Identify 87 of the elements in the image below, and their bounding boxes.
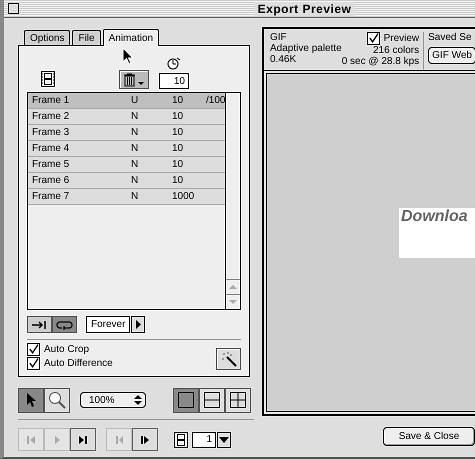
frame-name: Frame 2 — [32, 111, 70, 122]
trash-icon — [123, 72, 145, 86]
arrow-to-bar-icon — [30, 320, 48, 330]
single-view-button[interactable] — [173, 388, 199, 412]
four-up-view-button[interactable] — [225, 388, 251, 412]
checkbox[interactable] — [27, 357, 40, 370]
scroll-bar[interactable] — [225, 93, 240, 309]
image-text: Downloa — [401, 208, 468, 225]
palette-label: Adaptive palette — [270, 43, 342, 54]
file-size-label: 0.46K — [270, 54, 298, 65]
pointer-icon — [25, 392, 37, 408]
frame-row[interactable]: Frame 7 N 1000 — [28, 189, 226, 205]
checkbox-label: Auto Difference — [44, 358, 113, 369]
magnifier-icon — [48, 391, 66, 409]
frame-name: Frame 7 — [32, 191, 70, 202]
frame-disposal: N — [131, 143, 140, 154]
saved-settings-label: Saved Se — [428, 32, 473, 43]
checkbox-label: Preview — [384, 33, 420, 44]
playback-icon — [26, 434, 36, 444]
window-title: Export Preview — [254, 2, 356, 16]
frame-name: Frame 1 — [32, 95, 70, 106]
triangle-right-icon — [135, 320, 142, 329]
magic-wand-icon — [220, 351, 236, 367]
save-close-button[interactable]: Save & Close — [383, 427, 475, 446]
frame-row[interactable]: Frame 4 N 10 — [28, 141, 226, 157]
frame-disposal: U — [131, 95, 140, 106]
film-icon — [174, 432, 188, 448]
checkbox-label: Auto Crop — [44, 344, 90, 355]
frame-name: Frame 3 — [32, 127, 70, 138]
frame-row[interactable]: Frame 1 U 10 /100 — [28, 93, 226, 109]
frame-delay: 10 — [172, 175, 184, 186]
frame-delay: 10 — [172, 143, 184, 154]
delay-field[interactable]: 10 — [159, 73, 189, 89]
download-time-label: 0 sec @ 28.8 kps — [342, 56, 420, 67]
frame-name: Frame 5 — [32, 159, 70, 170]
delay-unit: /100 — [206, 95, 226, 106]
tab[interactable]: File — [72, 30, 101, 45]
tab[interactable]: Animation — [102, 29, 160, 46]
frame-row[interactable]: Frame 5 N 10 — [28, 157, 226, 173]
checkbox[interactable] — [27, 343, 40, 356]
checkbox[interactable] — [366, 32, 380, 45]
frame-row[interactable]: Frame 2 N 10 — [28, 109, 226, 125]
frame-delay: 10 — [172, 159, 184, 170]
frame-menu-button[interactable] — [217, 432, 231, 448]
pointer-tool-button[interactable] — [18, 388, 44, 412]
triangle-down-icon — [219, 436, 229, 442]
frame-name: Frame 4 — [32, 143, 70, 154]
next-frame-button[interactable] — [132, 428, 158, 451]
magic-wand-button[interactable] — [216, 348, 241, 370]
playback-icon — [78, 434, 88, 444]
frame-row[interactable]: Frame 6 N 10 — [28, 173, 226, 189]
view-layout-icon — [204, 392, 220, 408]
loop-count-dropdown[interactable]: Forever — [86, 316, 130, 333]
frame-disposal: N — [131, 127, 140, 138]
view-layout-icon — [230, 392, 246, 408]
play-once-button[interactable] — [27, 316, 52, 333]
frame-delay: 1000 — [172, 191, 196, 202]
view-layout-icon — [178, 392, 194, 408]
frame-row[interactable]: Frame 3 N 10 — [28, 125, 226, 141]
frame-disposal: N — [131, 175, 140, 186]
zoom-tool-button[interactable] — [44, 388, 70, 412]
format-label: GIF — [270, 32, 288, 43]
frame-disposal: N — [131, 159, 140, 170]
frame-delay: 10 — [172, 127, 184, 138]
frame-delay: 10 — [172, 111, 184, 122]
frame-disposal: N — [131, 191, 140, 202]
stepper-arrows-icon — [133, 393, 143, 407]
frame-disposal: N — [131, 111, 140, 122]
colors-label: 216 colors — [373, 45, 420, 56]
frame-delay: 10 — [172, 95, 184, 106]
film-icon — [41, 71, 55, 87]
saved-settings-dropdown[interactable]: GIF Web — [428, 47, 475, 64]
loop-icon — [56, 320, 74, 330]
frame-number-field[interactable]: 1 — [192, 432, 216, 448]
zoom-dropdown[interactable]: 100% — [80, 392, 146, 408]
playback-icon — [140, 434, 150, 444]
close-box[interactable] — [8, 3, 19, 14]
clock-icon — [167, 57, 181, 70]
playback-icon — [52, 434, 62, 444]
tab[interactable]: Options — [24, 30, 70, 45]
loop-menu-button[interactable] — [131, 316, 146, 333]
delete-menu-button[interactable] — [119, 70, 149, 89]
two-up-view-button[interactable] — [199, 388, 225, 412]
playback-icon — [114, 434, 124, 444]
frame-name: Frame 6 — [32, 175, 70, 186]
last-frame-button[interactable] — [70, 428, 96, 451]
loop-button[interactable] — [52, 316, 77, 333]
